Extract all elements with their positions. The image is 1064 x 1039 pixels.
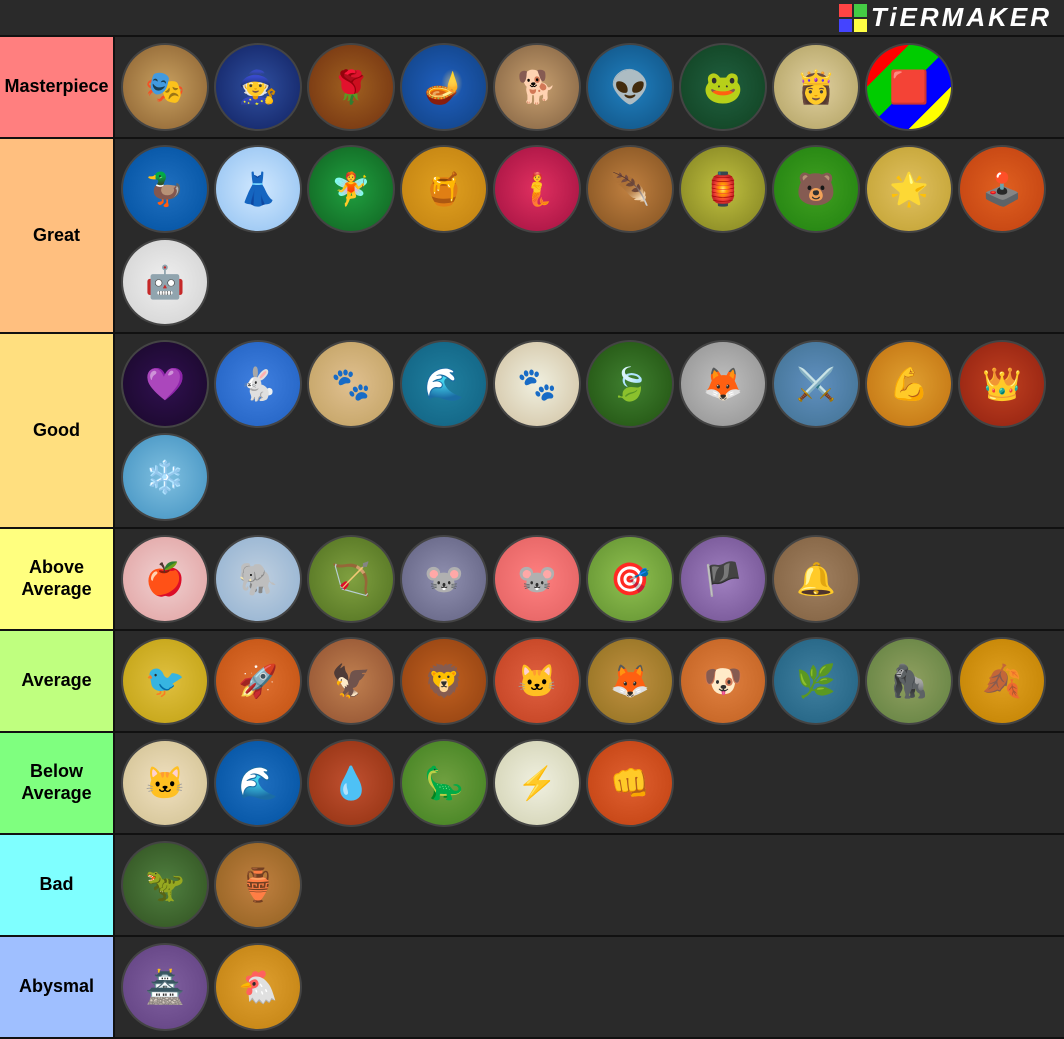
tier-logo-grid (839, 4, 867, 32)
tier-item[interactable]: 🧚 (307, 145, 395, 233)
tiermaker-logo: TiERMAKER (839, 2, 1052, 33)
tier-rows: Masterpiece🎭🧙🌹🪔🐕👽🐸👸🟥Great🦆👗🧚🍯🧜🪶🏮🐻🌟🕹️🤖Goo… (0, 37, 1064, 1039)
tier-item[interactable]: 🐇 (214, 340, 302, 428)
tier-content-below-average: 🐱🌊💧🦕⚡👊 (115, 733, 1064, 833)
tier-content-great: 🦆👗🧚🍯🧜🪶🏮🐻🌟🕹️ 🤖 (115, 139, 1064, 332)
tier-item[interactable]: ⚡ (493, 739, 581, 827)
tier-item[interactable]: 🌊 (400, 340, 488, 428)
tier-row-great: Great🦆👗🧚🍯🧜🪶🏮🐻🌟🕹️ 🤖 (0, 139, 1064, 334)
tier-item[interactable]: 🌹 (307, 43, 395, 131)
tier-item[interactable]: 🦅 (307, 637, 395, 725)
tier-item[interactable]: 🌊 (214, 739, 302, 827)
tier-item[interactable]: 🏹 (307, 535, 395, 623)
tier-content-masterpiece: 🎭🧙🌹🪔🐕👽🐸👸🟥 (115, 37, 1064, 137)
tier-item[interactable]: 👸 (772, 43, 860, 131)
tier-row-masterpiece: Masterpiece🎭🧙🌹🪔🐕👽🐸👸🟥 (0, 37, 1064, 139)
tier-item[interactable]: 🍎 (121, 535, 209, 623)
tier-row-bad: Bad🦖🏺 (0, 835, 1064, 937)
tier-row-above-average: Above Average🍎🐘🏹🐭🐭🎯🏴🔔 (0, 529, 1064, 631)
tier-content-bad: 🦖🏺 (115, 835, 1064, 935)
tier-item[interactable]: 🐸 (679, 43, 767, 131)
tier-item[interactable]: 🕹️ (958, 145, 1046, 233)
tier-item[interactable]: 🐭 (493, 535, 581, 623)
tier-content-average: 🐦🚀🦅🦁🐱🦊🐶🌿🦍🍂 (115, 631, 1064, 731)
tier-item[interactable]: 🐻 (772, 145, 860, 233)
tier-item[interactable]: ❄️ (121, 433, 209, 521)
tier-label-bad: Bad (0, 835, 115, 935)
tier-row-good: Good💜🐇🐾🌊🐾🍃🦊⚔️💪👑❄️ (0, 334, 1064, 529)
tier-content-good: 💜🐇🐾🌊🐾🍃🦊⚔️💪👑❄️ (115, 334, 1064, 527)
tier-item[interactable]: 🦆 (121, 145, 209, 233)
tier-item[interactable]: 🐭 (400, 535, 488, 623)
tier-item[interactable]: 👗 (214, 145, 302, 233)
tier-item[interactable]: 💧 (307, 739, 395, 827)
tier-item[interactable]: 🦖 (121, 841, 209, 929)
tier-item[interactable]: 🦍 (865, 637, 953, 725)
tier-item[interactable]: 🎯 (586, 535, 674, 623)
tier-item[interactable]: 🐕 (493, 43, 581, 131)
tier-item[interactable]: 🤖 (121, 238, 209, 326)
tier-item[interactable]: 🦁 (400, 637, 488, 725)
tier-item[interactable]: 🦊 (679, 340, 767, 428)
tier-item[interactable]: 🐔 (214, 943, 302, 1031)
tier-item[interactable]: 🧜 (493, 145, 581, 233)
tier-label-abysmal: Abysmal (0, 937, 115, 1037)
tier-label-good: Good (0, 334, 115, 527)
tier-item[interactable]: 👑 (958, 340, 1046, 428)
tier-item[interactable]: 🧙 (214, 43, 302, 131)
tier-item[interactable]: 🐶 (679, 637, 767, 725)
tier-item[interactable]: 💪 (865, 340, 953, 428)
tier-content-above-average: 🍎🐘🏹🐭🐭🎯🏴🔔 (115, 529, 1064, 629)
tier-item[interactable]: 🐘 (214, 535, 302, 623)
tier-label-great: Great (0, 139, 115, 332)
tier-label-above-average: Above Average (0, 529, 115, 629)
tier-label-average: Average (0, 631, 115, 731)
tier-item[interactable]: 🌟 (865, 145, 953, 233)
tier-item[interactable]: 🐦 (121, 637, 209, 725)
tier-item[interactable]: 🍯 (400, 145, 488, 233)
tier-item[interactable]: 🪶 (586, 145, 674, 233)
tier-item[interactable]: 💜 (121, 340, 209, 428)
tier-item[interactable]: 🪔 (400, 43, 488, 131)
tier-row-below-average: Below Average🐱🌊💧🦕⚡👊 (0, 733, 1064, 835)
tier-item[interactable]: 🚀 (214, 637, 302, 725)
tier-content-abysmal: 🏯🐔 (115, 937, 1064, 1037)
tier-row-abysmal: Abysmal🏯🐔 (0, 937, 1064, 1039)
tier-item[interactable]: 🏯 (121, 943, 209, 1031)
tier-item[interactable]: 🍃 (586, 340, 674, 428)
tier-item[interactable]: 🟥 (865, 43, 953, 131)
tier-item[interactable]: 🏴 (679, 535, 767, 623)
tier-item[interactable]: 🐱 (121, 739, 209, 827)
tier-item[interactable]: 🎭 (121, 43, 209, 131)
tier-label-below-average: Below Average (0, 733, 115, 833)
tier-item[interactable]: 👽 (586, 43, 674, 131)
tier-label-masterpiece: Masterpiece (0, 37, 115, 137)
tier-item[interactable]: 👊 (586, 739, 674, 827)
tier-item[interactable]: 🐾 (307, 340, 395, 428)
tier-row-average: Average🐦🚀🦅🦁🐱🦊🐶🌿🦍🍂 (0, 631, 1064, 733)
tier-item[interactable]: 🌿 (772, 637, 860, 725)
tier-item[interactable]: ⚔️ (772, 340, 860, 428)
tier-item[interactable]: 🦊 (586, 637, 674, 725)
tier-list: TiERMAKER Masterpiece🎭🧙🌹🪔🐕👽🐸👸🟥Great🦆👗🧚🍯🧜… (0, 0, 1064, 1039)
tier-item[interactable]: 🐱 (493, 637, 581, 725)
tier-item[interactable]: 🔔 (772, 535, 860, 623)
tier-item[interactable]: 🍂 (958, 637, 1046, 725)
tier-item[interactable]: 🏺 (214, 841, 302, 929)
tier-item[interactable]: 🏮 (679, 145, 767, 233)
tier-item[interactable]: 🐾 (493, 340, 581, 428)
tier-item[interactable]: 🦕 (400, 739, 488, 827)
